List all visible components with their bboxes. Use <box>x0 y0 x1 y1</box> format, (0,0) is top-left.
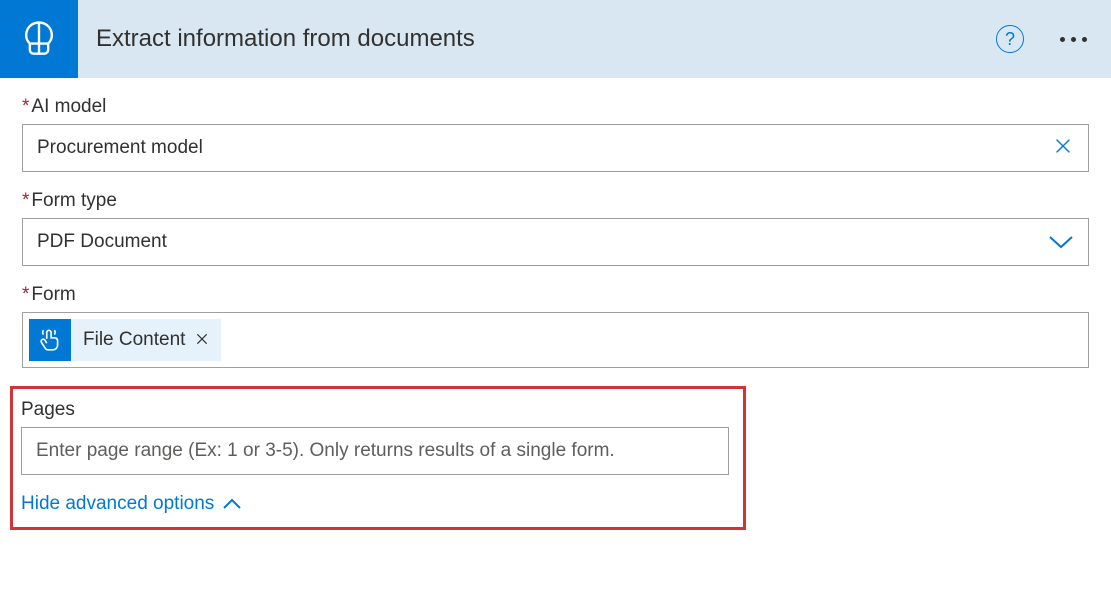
card-title: Extract information from documents <box>78 25 996 53</box>
chevron-up-icon <box>222 498 242 510</box>
dot-icon <box>1082 37 1087 42</box>
form-type-label-text: Form type <box>31 190 117 211</box>
dot-icon <box>1060 37 1065 42</box>
token-icon-box <box>29 319 71 361</box>
form-input[interactable]: File Content <box>22 312 1089 368</box>
pages-input[interactable] <box>21 427 729 475</box>
pages-label: Pages <box>21 399 729 421</box>
ai-model-input[interactable]: Procurement model <box>22 124 1089 172</box>
token-remove-button[interactable] <box>195 329 209 352</box>
form-field: *Form File Content <box>22 284 1089 368</box>
form-type-field: *Form type PDF Document <box>22 190 1089 266</box>
clear-ai-model-button[interactable] <box>1052 135 1074 162</box>
card-header: Extract information from documents ? <box>0 0 1111 78</box>
form-type-label: *Form type <box>22 190 1089 212</box>
hand-tap-icon <box>37 327 63 353</box>
file-content-token[interactable]: File Content <box>29 319 221 361</box>
help-button[interactable]: ? <box>996 25 1024 53</box>
ai-model-label: *AI model <box>22 96 1089 118</box>
help-icon: ? <box>1005 29 1015 50</box>
highlight-box: Pages Hide advanced options <box>10 386 746 530</box>
form-body: *AI model Procurement model *Form type P… <box>0 78 1111 530</box>
required-star: * <box>22 96 29 117</box>
hide-advanced-options-toggle[interactable]: Hide advanced options <box>21 493 242 515</box>
close-icon <box>1052 135 1074 157</box>
required-star: * <box>22 190 29 211</box>
form-label: *Form <box>22 284 1089 306</box>
ai-model-value: Procurement model <box>37 137 203 159</box>
more-options-button[interactable] <box>1052 29 1095 50</box>
close-icon <box>195 332 209 346</box>
chevron-down-icon <box>1048 234 1074 250</box>
required-star: * <box>22 284 29 305</box>
token-label: File Content <box>83 329 185 351</box>
form-type-value: PDF Document <box>37 231 167 253</box>
ai-builder-icon <box>17 17 61 61</box>
connector-icon-box <box>0 0 78 78</box>
form-label-text: Form <box>31 284 75 305</box>
dot-icon <box>1071 37 1076 42</box>
ai-model-label-text: AI model <box>31 96 106 117</box>
ai-model-field: *AI model Procurement model <box>22 96 1089 172</box>
advanced-toggle-label: Hide advanced options <box>21 493 214 515</box>
form-type-select[interactable]: PDF Document <box>22 218 1089 266</box>
